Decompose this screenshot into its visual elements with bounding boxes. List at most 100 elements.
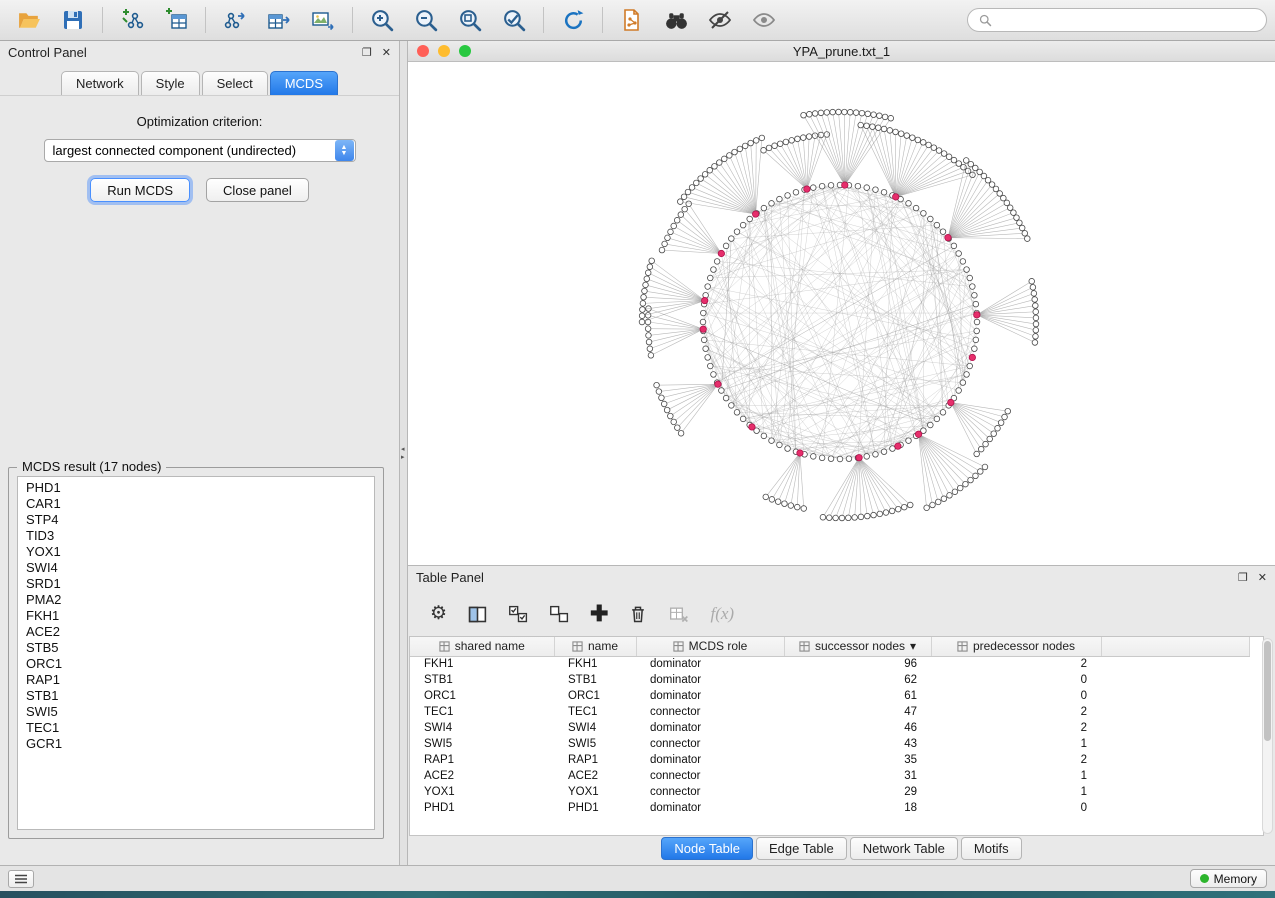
import-network-button[interactable] (111, 3, 153, 37)
mcds-result-item[interactable]: STP4 (20, 512, 372, 528)
table-cell[interactable]: 47 (784, 704, 931, 720)
splitter-collapse-icon[interactable]: ◂▸ (401, 446, 405, 462)
open-folder-button[interactable] (8, 3, 50, 37)
table-cell[interactable]: TEC1 (410, 704, 554, 720)
mcds-result-item[interactable]: SWI4 (20, 560, 372, 576)
table-cell[interactable]: YOX1 (554, 784, 636, 800)
col-successor-nodes[interactable]: successor nodes▾ (784, 637, 931, 656)
table-cell[interactable] (1101, 800, 1250, 816)
table-cell[interactable]: 61 (784, 688, 931, 704)
table-row[interactable]: STB1STB1dominator620 (410, 672, 1250, 688)
table-row[interactable]: SWI5SWI5connector431 (410, 736, 1250, 752)
table-cell[interactable]: SWI5 (554, 736, 636, 752)
mcds-result-item[interactable]: SWI5 (20, 704, 372, 720)
vertical-splitter[interactable]: ◂▸ (400, 41, 408, 865)
table-cell[interactable]: ACE2 (410, 768, 554, 784)
table-cell[interactable]: 2 (931, 752, 1101, 768)
zoom-selected-button[interactable] (493, 3, 535, 37)
table-cell[interactable]: PHD1 (554, 800, 636, 816)
table-cell[interactable]: 0 (931, 672, 1101, 688)
hide-selected-button[interactable] (699, 3, 741, 37)
table-cell[interactable]: 2 (931, 656, 1101, 672)
table-cell[interactable]: 0 (931, 688, 1101, 704)
table-cell[interactable]: YOX1 (410, 784, 554, 800)
add-column-button[interactable]: ✚ (590, 601, 608, 627)
zoom-in-button[interactable] (361, 3, 403, 37)
col-predecessor-nodes[interactable]: predecessor nodes (931, 637, 1101, 656)
mcds-result-item[interactable]: ACE2 (20, 624, 372, 640)
table-row[interactable]: RAP1RAP1dominator352 (410, 752, 1250, 768)
memory-button[interactable]: Memory (1190, 869, 1267, 888)
table-cell[interactable]: ACE2 (554, 768, 636, 784)
table-cell[interactable]: connector (636, 704, 784, 720)
table-cell[interactable]: 1 (931, 784, 1101, 800)
save-button[interactable] (52, 3, 94, 37)
table-cell[interactable]: STB1 (554, 672, 636, 688)
zoom-fit-button[interactable] (449, 3, 491, 37)
table-cell[interactable]: 43 (784, 736, 931, 752)
table-cell[interactable]: dominator (636, 656, 784, 672)
clone-network-button[interactable] (611, 3, 653, 37)
col-shared-name[interactable]: shared name (410, 637, 554, 656)
table-cell[interactable]: dominator (636, 720, 784, 736)
table-cell[interactable]: dominator (636, 672, 784, 688)
deselect-all-button[interactable] (549, 601, 570, 627)
refresh-layout-button[interactable] (552, 3, 594, 37)
table-panel-float-icon[interactable]: ❐ (1238, 571, 1248, 584)
tab-select[interactable]: Select (202, 71, 268, 95)
table-cell[interactable]: SWI4 (410, 720, 554, 736)
table-row[interactable]: SWI4SWI4dominator462 (410, 720, 1250, 736)
search-input[interactable] (999, 13, 1256, 27)
tab-network-table[interactable]: Network Table (850, 837, 958, 860)
table-cell[interactable]: SWI4 (554, 720, 636, 736)
zoom-out-button[interactable] (405, 3, 447, 37)
table-scrollbar[interactable] (1262, 638, 1273, 834)
control-panel-float-icon[interactable]: ❐ (362, 46, 372, 59)
col-mcds-role[interactable]: MCDS role (636, 637, 784, 656)
function-builder-button[interactable]: f(x) (710, 601, 734, 627)
table-row[interactable]: TEC1TEC1connector472 (410, 704, 1250, 720)
mcds-result-item[interactable]: ORC1 (20, 656, 372, 672)
tab-motifs[interactable]: Motifs (961, 837, 1022, 860)
mcds-result-item[interactable]: TID3 (20, 528, 372, 544)
table-cell[interactable]: RAP1 (554, 752, 636, 768)
table-cell[interactable]: 0 (931, 800, 1101, 816)
export-table-button[interactable] (258, 3, 300, 37)
import-table-button[interactable] (155, 3, 197, 37)
table-cell[interactable]: connector (636, 784, 784, 800)
table-cell[interactable]: 96 (784, 656, 931, 672)
optimization-criterion-dropdown[interactable]: largest connected component (undirected)… (44, 139, 356, 162)
destroy-table-button[interactable] (668, 601, 690, 627)
table-cell[interactable] (1101, 704, 1250, 720)
table-cell[interactable] (1101, 720, 1250, 736)
table-cell[interactable]: 2 (931, 704, 1101, 720)
mcds-result-item[interactable]: RAP1 (20, 672, 372, 688)
table-panel-close-icon[interactable]: ✕ (1258, 571, 1267, 584)
mcds-result-item[interactable]: YOX1 (20, 544, 372, 560)
network-canvas[interactable] (408, 62, 1275, 565)
table-cell[interactable] (1101, 672, 1250, 688)
table-row[interactable]: YOX1YOX1connector291 (410, 784, 1250, 800)
mcds-result-item[interactable]: FKH1 (20, 608, 372, 624)
table-cell[interactable]: 1 (931, 736, 1101, 752)
table-cell[interactable]: dominator (636, 688, 784, 704)
mcds-result-item[interactable]: STB5 (20, 640, 372, 656)
show-columns-button[interactable] (467, 601, 488, 627)
export-image-button[interactable] (302, 3, 344, 37)
table-cell[interactable]: PHD1 (410, 800, 554, 816)
table-cell[interactable]: ORC1 (410, 688, 554, 704)
table-row[interactable]: ORC1ORC1dominator610 (410, 688, 1250, 704)
table-cell[interactable]: 46 (784, 720, 931, 736)
table-cell[interactable]: 35 (784, 752, 931, 768)
table-cell[interactable]: 18 (784, 800, 931, 816)
table-row[interactable]: FKH1FKH1dominator962 (410, 656, 1250, 672)
table-cell[interactable]: 29 (784, 784, 931, 800)
mcds-result-item[interactable]: GCR1 (20, 736, 372, 752)
table-row[interactable]: ACE2ACE2connector311 (410, 768, 1250, 784)
table-cell[interactable] (1101, 736, 1250, 752)
table-cell[interactable]: ORC1 (554, 688, 636, 704)
table-cell[interactable] (1101, 656, 1250, 672)
table-cell[interactable]: 1 (931, 768, 1101, 784)
table-cell[interactable]: FKH1 (410, 656, 554, 672)
mcds-result-item[interactable]: CAR1 (20, 496, 372, 512)
